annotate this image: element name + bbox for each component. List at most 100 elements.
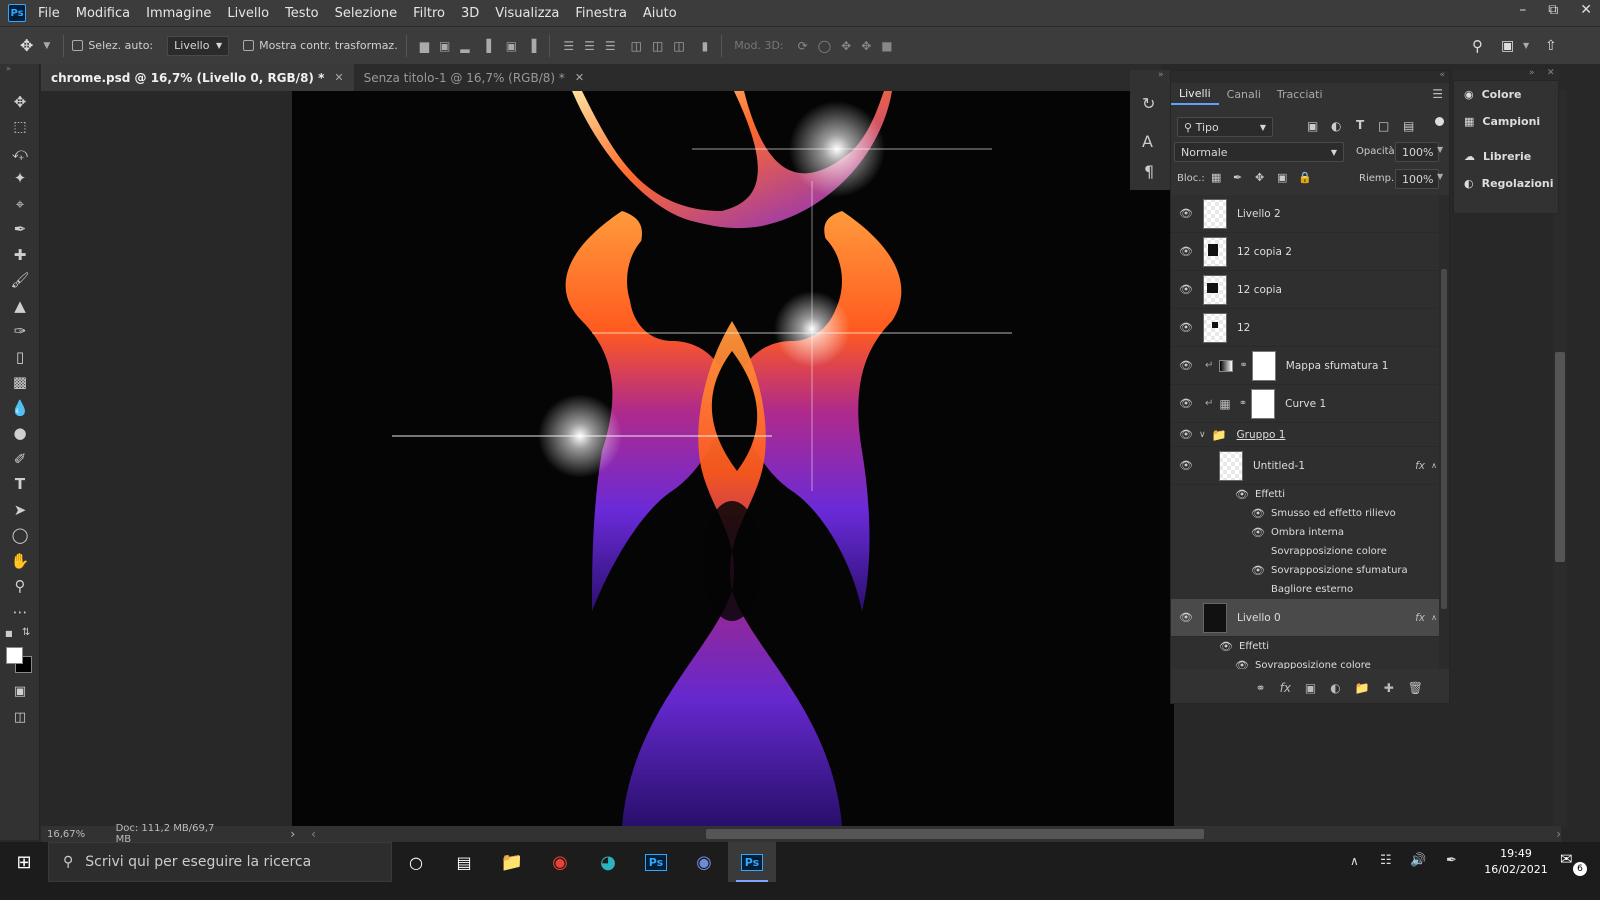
chevron-down-icon[interactable]: ▼	[1437, 172, 1443, 181]
trash-icon[interactable]: 🗑	[1408, 681, 1423, 695]
zoom-level[interactable]: 16,67%	[47, 829, 108, 840]
quick-mask-icon[interactable]: ▣	[9, 680, 31, 702]
tab-livelli[interactable]: Livelli	[1171, 83, 1219, 105]
panel-librerie[interactable]: ☁ Librerie	[1454, 143, 1558, 170]
scrollbar-thumb[interactable]	[1555, 352, 1565, 562]
history-brush-icon[interactable]: ✑	[9, 320, 31, 342]
close-icon[interactable]: ✕	[334, 71, 343, 84]
align-left-icon[interactable]: ▌	[487, 39, 496, 53]
taskbar-clock[interactable]: 19:49 16/02/2021	[1480, 846, 1552, 878]
layer-row[interactable]: 👁 ↵ ▦ ⚭ Curve 1	[1171, 385, 1439, 423]
restore-icon[interactable]: ⧉	[1548, 2, 1558, 18]
align-right-icon[interactable]: ▐	[527, 39, 536, 53]
lasso-tool-icon[interactable]: ⤽	[9, 142, 31, 164]
menu-file[interactable]: File	[38, 6, 60, 21]
notifications-icon[interactable]: ✉	[1560, 850, 1573, 868]
panel-regolazioni[interactable]: ◐ Regolazioni	[1454, 170, 1558, 197]
visibility-eye-icon[interactable]: 👁	[1251, 526, 1265, 539]
chevron-down-icon[interactable]: ▼	[1437, 145, 1443, 154]
distribute-top-icon[interactable]: ☰	[563, 39, 574, 53]
camera-3d-icon[interactable]: ■	[881, 39, 892, 53]
filter-type-icon[interactable]: T	[1356, 118, 1364, 132]
effect-item[interactable]: 👁 Sovrapposizione colore	[1171, 656, 1439, 669]
layer-row[interactable]: 👁 Untitled-1 fx ∧	[1171, 447, 1439, 485]
visibility-eye-icon[interactable]: 👁	[1179, 321, 1193, 334]
gradient-tool-icon[interactable]: ▩	[9, 371, 31, 393]
visibility-eye-icon[interactable]: 👁	[1179, 283, 1193, 296]
effects-header[interactable]: 👁 Effetti	[1171, 637, 1439, 656]
menu-3d[interactable]: 3D	[461, 6, 479, 21]
scrollbar-thumb[interactable]	[1441, 269, 1447, 609]
cortana-icon[interactable]: ○	[392, 842, 440, 882]
panel-menu-icon[interactable]: ☰	[1432, 87, 1443, 101]
foreground-color-swatch[interactable]	[6, 647, 23, 664]
layers-scrollbar[interactable]	[1439, 195, 1449, 669]
discord-icon[interactable]: ◉	[680, 842, 728, 882]
link-chain-icon[interactable]: ⚭	[1239, 398, 1247, 409]
orbit-3d-icon[interactable]: ⟳	[798, 39, 808, 53]
edge-icon[interactable]: ◕	[584, 842, 632, 882]
visibility-eye-icon[interactable]: 👁	[1179, 359, 1193, 372]
pen-icon[interactable]: ✒	[1446, 853, 1457, 868]
menu-filtro[interactable]: Filtro	[413, 6, 445, 21]
link-layers-icon[interactable]: ⚭	[1256, 681, 1266, 695]
magic-wand-icon[interactable]: ✦	[9, 167, 31, 189]
blur-tool-icon[interactable]: 💧	[9, 397, 31, 419]
type-tool-icon[interactable]: T	[9, 473, 31, 495]
path-selection-icon[interactable]: ➤	[9, 499, 31, 521]
crop-tool-icon[interactable]: ⌖	[9, 193, 31, 215]
auto-select-checkbox[interactable]: Selez. auto:	[72, 39, 153, 52]
align-vcenter-icon[interactable]: ▣	[439, 39, 450, 53]
layer-row[interactable]: 👁 12 copia 2	[1171, 233, 1439, 271]
auto-select-dropdown[interactable]: Livello ▼	[167, 35, 230, 56]
layer-row[interactable]: 👁 12 copia	[1171, 271, 1439, 309]
eraser-tool-icon[interactable]: ▯	[9, 346, 31, 368]
distribute-spacing-icon[interactable]: ▮	[702, 39, 709, 53]
file-explorer-icon[interactable]: 📁	[488, 842, 536, 882]
lock-all-icon[interactable]: 🔒	[1298, 171, 1312, 184]
search-icon[interactable]: ⚲	[1472, 37, 1483, 55]
visibility-eye-icon[interactable]: 👁	[1179, 397, 1193, 410]
new-adjustment-icon[interactable]: ◐	[1330, 681, 1340, 695]
taskbar-search[interactable]: ⚲ Scrivi qui per eseguire la ricerca	[48, 842, 392, 882]
align-top-icon[interactable]: ▆	[420, 39, 429, 53]
visibility-eye-icon[interactable]: 👁	[1179, 245, 1193, 258]
new-group-icon[interactable]: 📁	[1355, 681, 1370, 695]
chrome-icon[interactable]: ◉	[536, 842, 584, 882]
new-layer-icon[interactable]: ✚	[1384, 681, 1394, 695]
lock-position-icon[interactable]: ✥	[1255, 171, 1264, 184]
effect-item[interactable]: 👁 Ombra interna	[1171, 523, 1439, 542]
visibility-eye-icon[interactable]: 👁	[1179, 428, 1193, 441]
filter-toggle[interactable]	[1435, 117, 1444, 126]
align-hcenter-icon[interactable]: ▣	[506, 39, 517, 53]
windows-start-icon[interactable]: ⊞	[0, 842, 48, 882]
pen-tool-icon[interactable]: ✐	[9, 448, 31, 470]
menu-aiuto[interactable]: Aiuto	[643, 6, 677, 21]
chevron-down-icon[interactable]: ∨	[1199, 430, 1206, 440]
eyedropper-icon[interactable]: ✒	[9, 218, 31, 240]
swap-colors-icon[interactable]: ⇅	[22, 627, 30, 638]
dodge-tool-icon[interactable]: ●	[9, 422, 31, 444]
menu-testo[interactable]: Testo	[285, 6, 319, 21]
visibility-eye-icon[interactable]: 👁	[1251, 564, 1265, 577]
collapse-icon[interactable]: »	[6, 64, 11, 73]
visibility-eye-icon[interactable]: 👁	[1179, 611, 1193, 624]
lock-paint-icon[interactable]: ✒	[1233, 171, 1242, 184]
photoshop-active-icon[interactable]: Ps	[728, 842, 776, 882]
tab-senza-titolo[interactable]: Senza titolo-1 @ 16,7% (RGB/8) * ✕	[354, 64, 595, 91]
panel-colore[interactable]: ◉ Colore	[1454, 81, 1558, 108]
visibility-eye-icon[interactable]: 👁	[1235, 488, 1249, 501]
close-icon[interactable]: ✕	[1547, 68, 1555, 78]
effect-item[interactable]: Sovrapposizione colore	[1171, 542, 1439, 561]
lock-transparent-icon[interactable]: ▦	[1211, 171, 1221, 184]
layer-row[interactable]: 👁 Livello 2	[1171, 195, 1439, 233]
layer-mask-thumbnail[interactable]	[1251, 350, 1276, 381]
pan-3d-icon[interactable]: ✥	[841, 39, 851, 53]
zoom-tool-icon[interactable]: ⚲	[9, 575, 31, 597]
align-bottom-icon[interactable]: ▂	[460, 39, 469, 53]
fill-input[interactable]: 100%	[1395, 169, 1439, 189]
slide-3d-icon[interactable]: ✥	[861, 39, 871, 53]
menu-immagine[interactable]: Immagine	[146, 6, 211, 21]
distribute-hcenter-icon[interactable]: ◫	[652, 39, 663, 53]
brush-tool-icon[interactable]: 🖌	[9, 269, 31, 291]
